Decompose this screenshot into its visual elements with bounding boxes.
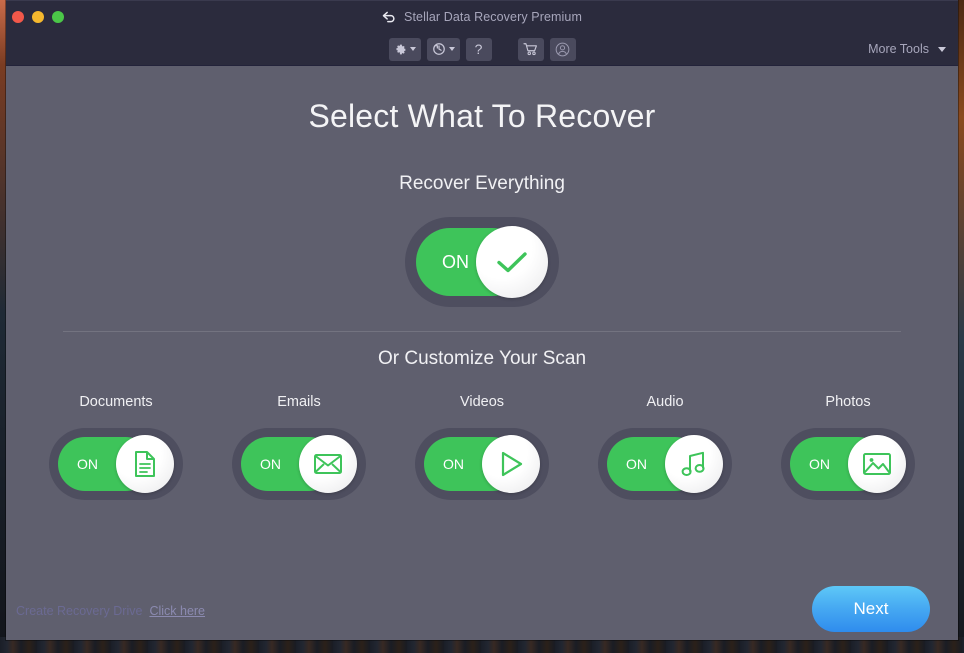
checkmark-icon — [495, 249, 529, 275]
category-label: Documents — [79, 394, 152, 410]
toggle-state-label: ON — [77, 456, 98, 472]
chevron-down-icon — [938, 47, 946, 52]
toolbar: ? More Tools — [6, 32, 958, 66]
videos-toggle[interactable]: ON — [415, 428, 549, 500]
music-note-icon — [680, 450, 708, 478]
toggle-state-label: ON — [260, 456, 281, 472]
category-label: Audio — [646, 394, 683, 410]
next-button[interactable]: Next — [812, 586, 930, 632]
page-title: Select What To Recover — [6, 66, 958, 135]
history-button[interactable] — [427, 38, 460, 61]
shopping-cart-icon — [523, 42, 539, 56]
play-icon — [498, 450, 524, 478]
settings-button[interactable] — [389, 38, 421, 61]
app-window: Stellar Data Recovery Premium — [6, 0, 958, 640]
category-audio: Audio ON — [598, 394, 732, 500]
category-list: Documents ON Emails — [6, 394, 958, 500]
recovery-drive-link[interactable]: Click here — [149, 604, 205, 618]
gear-icon — [394, 43, 407, 56]
window-title-text: Stellar Data Recovery Premium — [404, 10, 582, 24]
toggle-knob — [116, 435, 174, 493]
toggle-state-label: ON — [626, 456, 647, 472]
toggle-state-label: ON — [443, 456, 464, 472]
toggle-knob — [482, 435, 540, 493]
user-account-icon — [555, 42, 570, 57]
cart-button[interactable] — [518, 38, 544, 61]
category-label: Photos — [825, 394, 870, 410]
create-recovery-drive: Create Recovery Drive Click here — [16, 604, 205, 618]
category-documents: Documents ON — [49, 394, 183, 500]
toggle-knob — [299, 435, 357, 493]
section-divider — [63, 331, 901, 332]
category-emails: Emails ON — [232, 394, 366, 500]
photos-toggle[interactable]: ON — [781, 428, 915, 500]
back-arrow-icon[interactable] — [382, 11, 397, 24]
customize-scan-title: Or Customize Your Scan — [6, 348, 958, 370]
help-button[interactable]: ? — [466, 38, 492, 61]
document-icon — [132, 450, 158, 478]
master-toggle-row: ON — [6, 217, 958, 307]
main-content: Select What To Recover Recover Everythin… — [6, 66, 958, 640]
toggle-knob — [665, 435, 723, 493]
toolbar-buttons: ? — [6, 32, 958, 66]
emails-toggle[interactable]: ON — [232, 428, 366, 500]
audio-toggle[interactable]: ON — [598, 428, 732, 500]
help-label: ? — [475, 42, 483, 56]
category-videos: Videos ON — [415, 394, 549, 500]
toggle-state-label: ON — [442, 252, 469, 273]
recover-everything-toggle[interactable]: ON — [405, 217, 559, 307]
documents-toggle[interactable]: ON — [49, 428, 183, 500]
recover-everything-label: Recover Everything — [6, 173, 958, 195]
chevron-down-icon — [449, 47, 455, 51]
category-photos: Photos ON — [781, 394, 915, 500]
toggle-knob — [848, 435, 906, 493]
category-label: Emails — [277, 394, 321, 410]
more-tools-menu[interactable]: More Tools — [868, 32, 946, 66]
toggle-knob — [476, 226, 548, 298]
image-icon — [862, 451, 892, 477]
chevron-down-icon — [410, 47, 416, 51]
toggle-state-label: ON — [809, 456, 830, 472]
category-label: Videos — [460, 394, 504, 410]
title-bar: Stellar Data Recovery Premium — [6, 0, 958, 32]
footer: Create Recovery Drive Click here Next — [6, 564, 958, 640]
clock-restore-icon — [432, 42, 446, 56]
account-button[interactable] — [550, 38, 576, 61]
recovery-drive-label: Create Recovery Drive — [16, 604, 142, 618]
envelope-icon — [313, 452, 343, 476]
more-tools-label: More Tools — [868, 42, 929, 56]
window-title: Stellar Data Recovery Premium — [6, 1, 958, 33]
